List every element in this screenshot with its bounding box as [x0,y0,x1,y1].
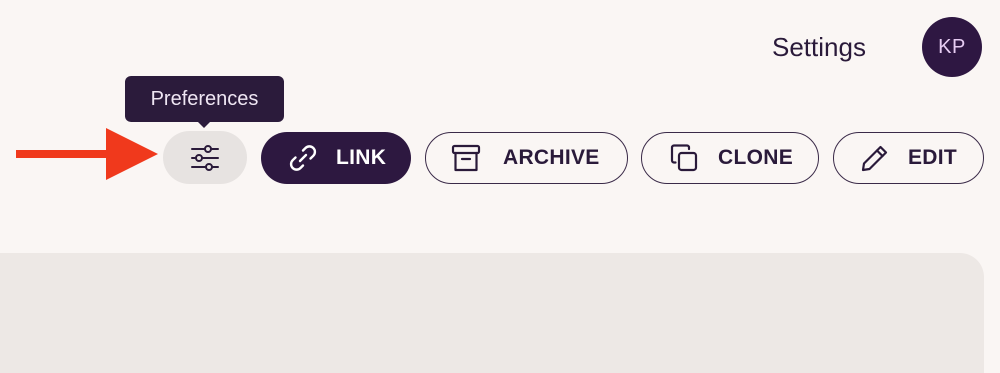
tooltip-caret [197,121,211,128]
copy-icon [667,141,701,175]
archive-button[interactable]: ARCHIVE [425,132,628,184]
archive-button-label: ARCHIVE [503,146,600,169]
archive-icon [449,141,483,175]
content-panel [0,253,984,373]
tooltip-text: Preferences [150,87,259,110]
preferences-button[interactable] [163,131,247,184]
edit-button-label: EDIT [908,146,958,169]
avatar[interactable]: KP [922,17,982,77]
page-title: Settings [772,32,866,62]
link-icon [286,141,320,175]
pencil-icon [858,141,892,175]
annotation-arrow-icon [16,128,158,180]
link-button[interactable]: LINK [261,132,411,184]
avatar-initials: KP [938,35,966,58]
edit-button[interactable]: EDIT [833,132,984,184]
clone-button-label: CLONE [718,146,793,169]
link-button-label: LINK [336,146,387,169]
sliders-icon [191,144,219,171]
clone-button[interactable]: CLONE [641,132,819,184]
preferences-tooltip: Preferences [125,76,284,122]
